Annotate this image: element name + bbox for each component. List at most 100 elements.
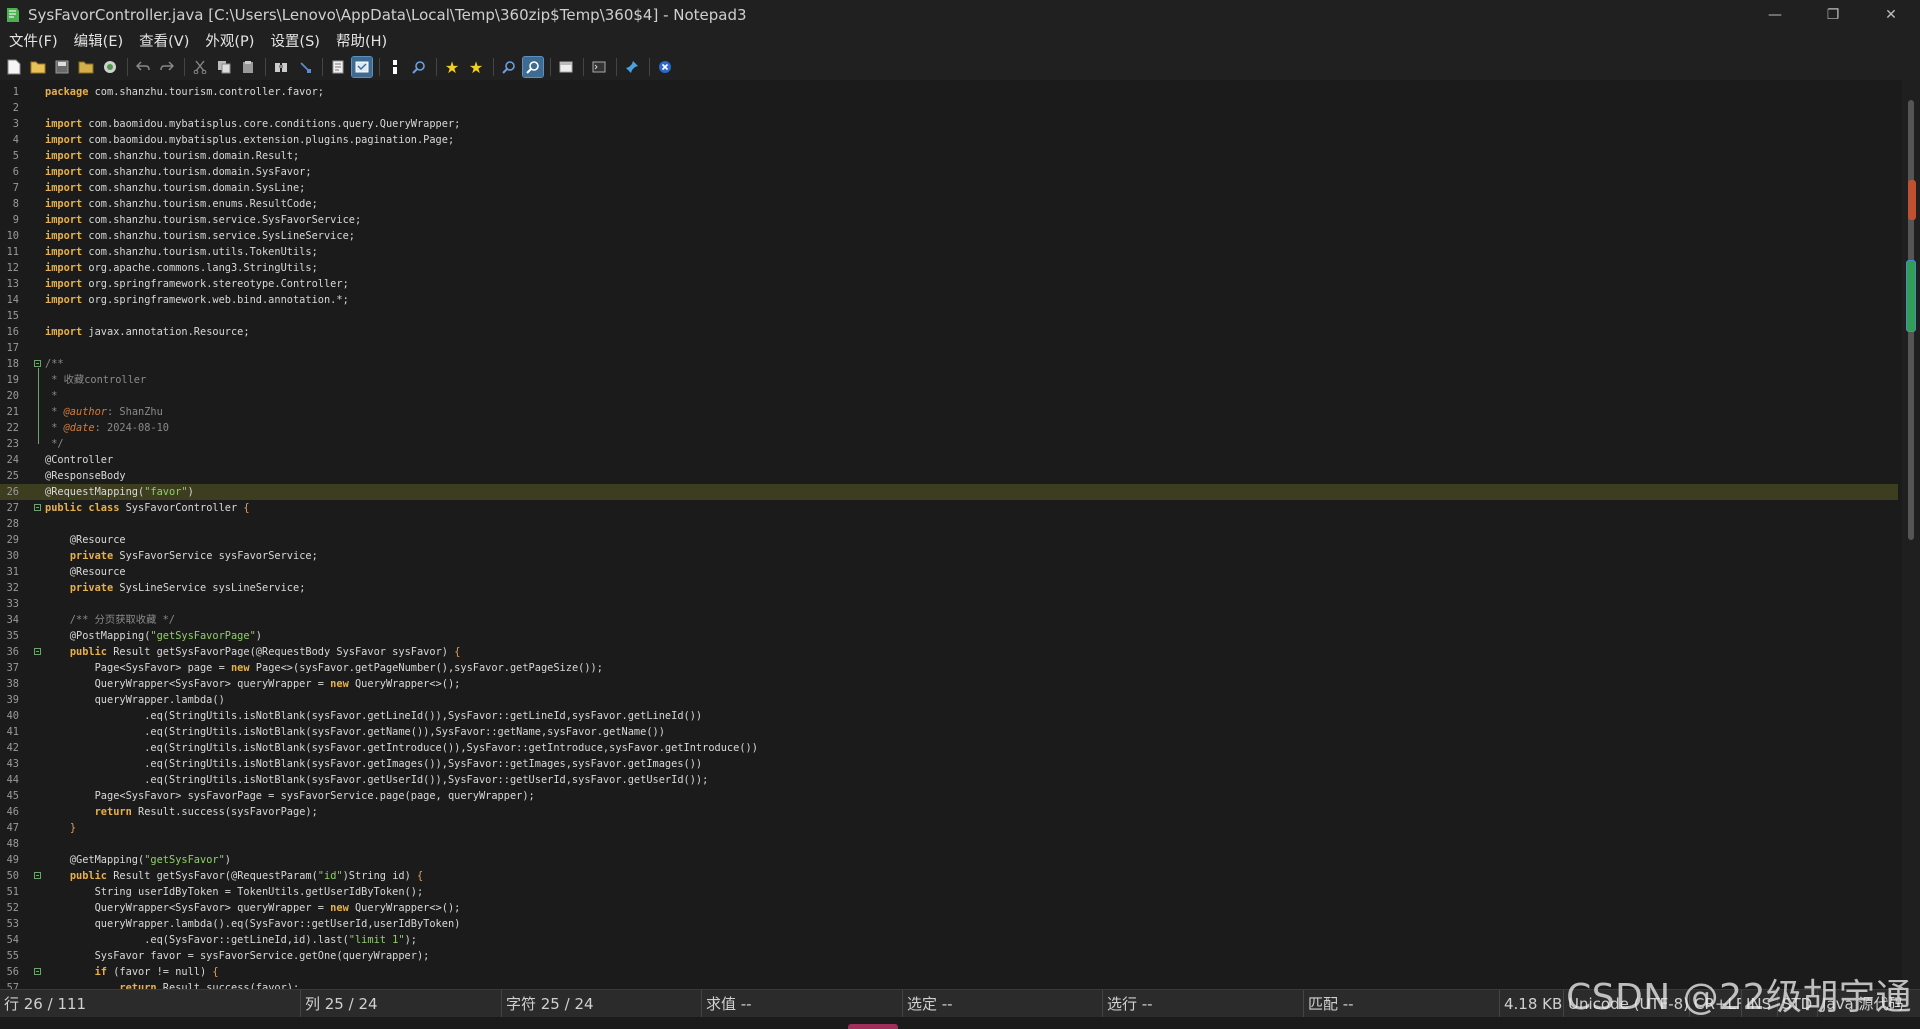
vertical-scrollbar[interactable] xyxy=(1902,80,1920,989)
code-line[interactable]: 53 queryWrapper.lambda().eq(SysFavor::ge… xyxy=(0,916,1900,932)
save-icon[interactable] xyxy=(52,57,72,77)
code-line[interactable]: 28 xyxy=(0,516,1900,532)
close-button[interactable]: ✕ xyxy=(1862,0,1920,30)
star-all-icon[interactable]: ★ xyxy=(466,57,486,77)
code-line[interactable]: 23 */ xyxy=(0,436,1900,452)
code-line[interactable]: 54 .eq(SysFavor::getLineId,id).last("lim… xyxy=(0,932,1900,948)
star-icon[interactable]: ★ xyxy=(442,57,462,77)
pin-icon[interactable] xyxy=(622,57,642,77)
open-file-icon[interactable] xyxy=(28,57,48,77)
fold-toggle-icon[interactable] xyxy=(34,968,41,975)
code-line[interactable]: 19 * 收藏controller xyxy=(0,372,1900,388)
code-line[interactable]: 20 * xyxy=(0,388,1900,404)
fold-toggle-icon[interactable] xyxy=(34,504,41,511)
minimize-button[interactable]: — xyxy=(1746,0,1804,30)
window-icon[interactable] xyxy=(556,57,576,77)
code-line[interactable]: 13 import org.springframework.stereotype.… xyxy=(0,276,1900,292)
code-line[interactable]: 2 xyxy=(0,100,1900,116)
code-line[interactable]: 21 * @author: ShanZhu xyxy=(0,404,1900,420)
save-as-icon[interactable] xyxy=(76,57,96,77)
code-line[interactable]: 51 String userIdByToken = TokenUtils.get… xyxy=(0,884,1900,900)
code-line[interactable]: 37 Page<SysFavor> page = new Page<>(sysF… xyxy=(0,660,1900,676)
code-line[interactable]: 11 import com.shanzhu.tourism.utils.Token… xyxy=(0,244,1900,260)
code-line[interactable]: 7 import com.shanzhu.tourism.domain.SysLi… xyxy=(0,180,1900,196)
code-line[interactable]: 8 import com.shanzhu.tourism.enums.Result… xyxy=(0,196,1900,212)
code-line[interactable]: 38 QueryWrapper<SysFavor> queryWrapper =… xyxy=(0,676,1900,692)
terminal-icon[interactable] xyxy=(589,57,609,77)
status-match[interactable]: 匹配 -- xyxy=(1304,990,1500,1018)
code-line[interactable]: 15 xyxy=(0,308,1900,324)
code-line[interactable]: 31 @Resource xyxy=(0,564,1900,580)
code-line[interactable]: 27 public class SysFavorController { xyxy=(0,500,1900,516)
code-line[interactable]: 24 @Controller xyxy=(0,452,1900,468)
code-line[interactable]: 5 import com.shanzhu.tourism.domain.Resul… xyxy=(0,148,1900,164)
code-line[interactable]: 29 @Resource xyxy=(0,532,1900,548)
status-value[interactable]: 求值 -- xyxy=(702,990,903,1018)
code-line[interactable]: 25 @ResponseBody xyxy=(0,468,1900,484)
undo-icon[interactable] xyxy=(133,57,153,77)
status-line[interactable]: 行 26 / 111 xyxy=(0,990,301,1018)
menu-file[interactable]: 文件(F) xyxy=(0,30,66,54)
copy-icon[interactable] xyxy=(214,57,234,77)
zoom-out-icon[interactable] xyxy=(522,56,544,78)
fold-toggle-icon[interactable] xyxy=(34,648,41,655)
code-line[interactable]: 40 .eq(StringUtils.isNotBlank(sysFavor.g… xyxy=(0,708,1900,724)
exit-icon[interactable] xyxy=(655,57,675,77)
code-line[interactable]: 39 queryWrapper.lambda() xyxy=(0,692,1900,708)
fold-toggle-icon[interactable] xyxy=(34,360,41,367)
code-line[interactable]: 45 Page<SysFavor> sysFavorPage = sysFavo… xyxy=(0,788,1900,804)
menu-settings[interactable]: 设置(S) xyxy=(262,30,328,54)
code-line[interactable]: 34 /** 分页获取收藏 */ xyxy=(0,612,1900,628)
code-line[interactable]: 6 import com.shanzhu.tourism.domain.SysFa… xyxy=(0,164,1900,180)
find-icon[interactable] xyxy=(271,57,291,77)
status-sel-lines[interactable]: 选行 -- xyxy=(1103,990,1304,1018)
code-line[interactable]: 32 private SysLineService sysLineService… xyxy=(0,580,1900,596)
replace-icon[interactable] xyxy=(295,57,315,77)
code-line[interactable]: 44 .eq(StringUtils.isNotBlank(sysFavor.g… xyxy=(0,772,1900,788)
cut-icon[interactable] xyxy=(190,57,210,77)
code-line[interactable]: 48 xyxy=(0,836,1900,852)
code-line[interactable]: 16 import javax.annotation.Resource; xyxy=(0,324,1900,340)
code-line[interactable]: 3 import com.baomidou.mybatisplus.core.co… xyxy=(0,116,1900,132)
code-line[interactable]: 35 @PostMapping("getSysFavorPage") xyxy=(0,628,1900,644)
code-line[interactable]: 47 } xyxy=(0,820,1900,836)
menu-view[interactable]: 查看(V) xyxy=(131,30,197,54)
zoom-in-icon[interactable] xyxy=(499,57,519,77)
status-char[interactable]: 字符 25 / 24 xyxy=(502,990,702,1018)
find-next-icon[interactable] xyxy=(409,57,429,77)
status-column[interactable]: 列 25 / 24 xyxy=(301,990,502,1018)
code-line[interactable]: 30 private SysFavorService sysFavorServi… xyxy=(0,548,1900,564)
code-line[interactable]: 17 xyxy=(0,340,1900,356)
code-line[interactable]: 22 * @date: 2024-08-10 xyxy=(0,420,1900,436)
status-selection[interactable]: 选定 -- xyxy=(903,990,1103,1018)
redo-icon[interactable] xyxy=(157,57,177,77)
code-line[interactable]: 26 @RequestMapping("favor") xyxy=(0,484,1898,500)
fold-toggle-icon[interactable] xyxy=(34,872,41,879)
code-line[interactable]: 12 import org.apache.commons.lang3.String… xyxy=(0,260,1900,276)
code-editor[interactable]: 1 package com.shanzhu.tourism.controller.… xyxy=(0,80,1920,989)
browse-icon[interactable] xyxy=(100,57,120,77)
code-line[interactable]: 1 package com.shanzhu.tourism.controller.… xyxy=(0,84,1900,100)
goto-icon[interactable] xyxy=(385,57,405,77)
code-line[interactable]: 18 /** xyxy=(0,356,1900,372)
code-line[interactable]: 43 .eq(StringUtils.isNotBlank(sysFavor.g… xyxy=(0,756,1900,772)
code-line[interactable]: 42 .eq(StringUtils.isNotBlank(sysFavor.g… xyxy=(0,740,1900,756)
menu-appearance[interactable]: 外观(P) xyxy=(197,30,262,54)
new-file-icon[interactable] xyxy=(4,57,24,77)
code-line[interactable]: 4 import com.baomidou.mybatisplus.extensi… xyxy=(0,132,1900,148)
code-line[interactable]: 14 import org.springframework.web.bind.an… xyxy=(0,292,1900,308)
menu-help[interactable]: 帮助(H) xyxy=(328,30,395,54)
code-line[interactable]: 49 @GetMapping("getSysFavor") xyxy=(0,852,1900,868)
code-line[interactable]: 36 public Result getSysFavorPage(@Reques… xyxy=(0,644,1900,660)
maximize-button[interactable]: ❐ xyxy=(1804,0,1862,30)
word-wrap-icon[interactable] xyxy=(328,57,348,77)
view-mode-icon[interactable] xyxy=(351,56,373,78)
menu-edit[interactable]: 编辑(E) xyxy=(66,30,131,54)
paste-icon[interactable] xyxy=(238,57,258,77)
status-size[interactable]: 4.18 KB xyxy=(1500,990,1564,1018)
code-line[interactable]: 55 SysFavor favor = sysFavorService.getO… xyxy=(0,948,1900,964)
code-line[interactable]: 10 import com.shanzhu.tourism.service.Sys… xyxy=(0,228,1900,244)
code-line[interactable]: 52 QueryWrapper<SysFavor> queryWrapper =… xyxy=(0,900,1900,916)
code-line[interactable]: 46 return Result.success(sysFavorPage); xyxy=(0,804,1900,820)
code-line[interactable]: 50 public Result getSysFavor(@RequestPar… xyxy=(0,868,1900,884)
